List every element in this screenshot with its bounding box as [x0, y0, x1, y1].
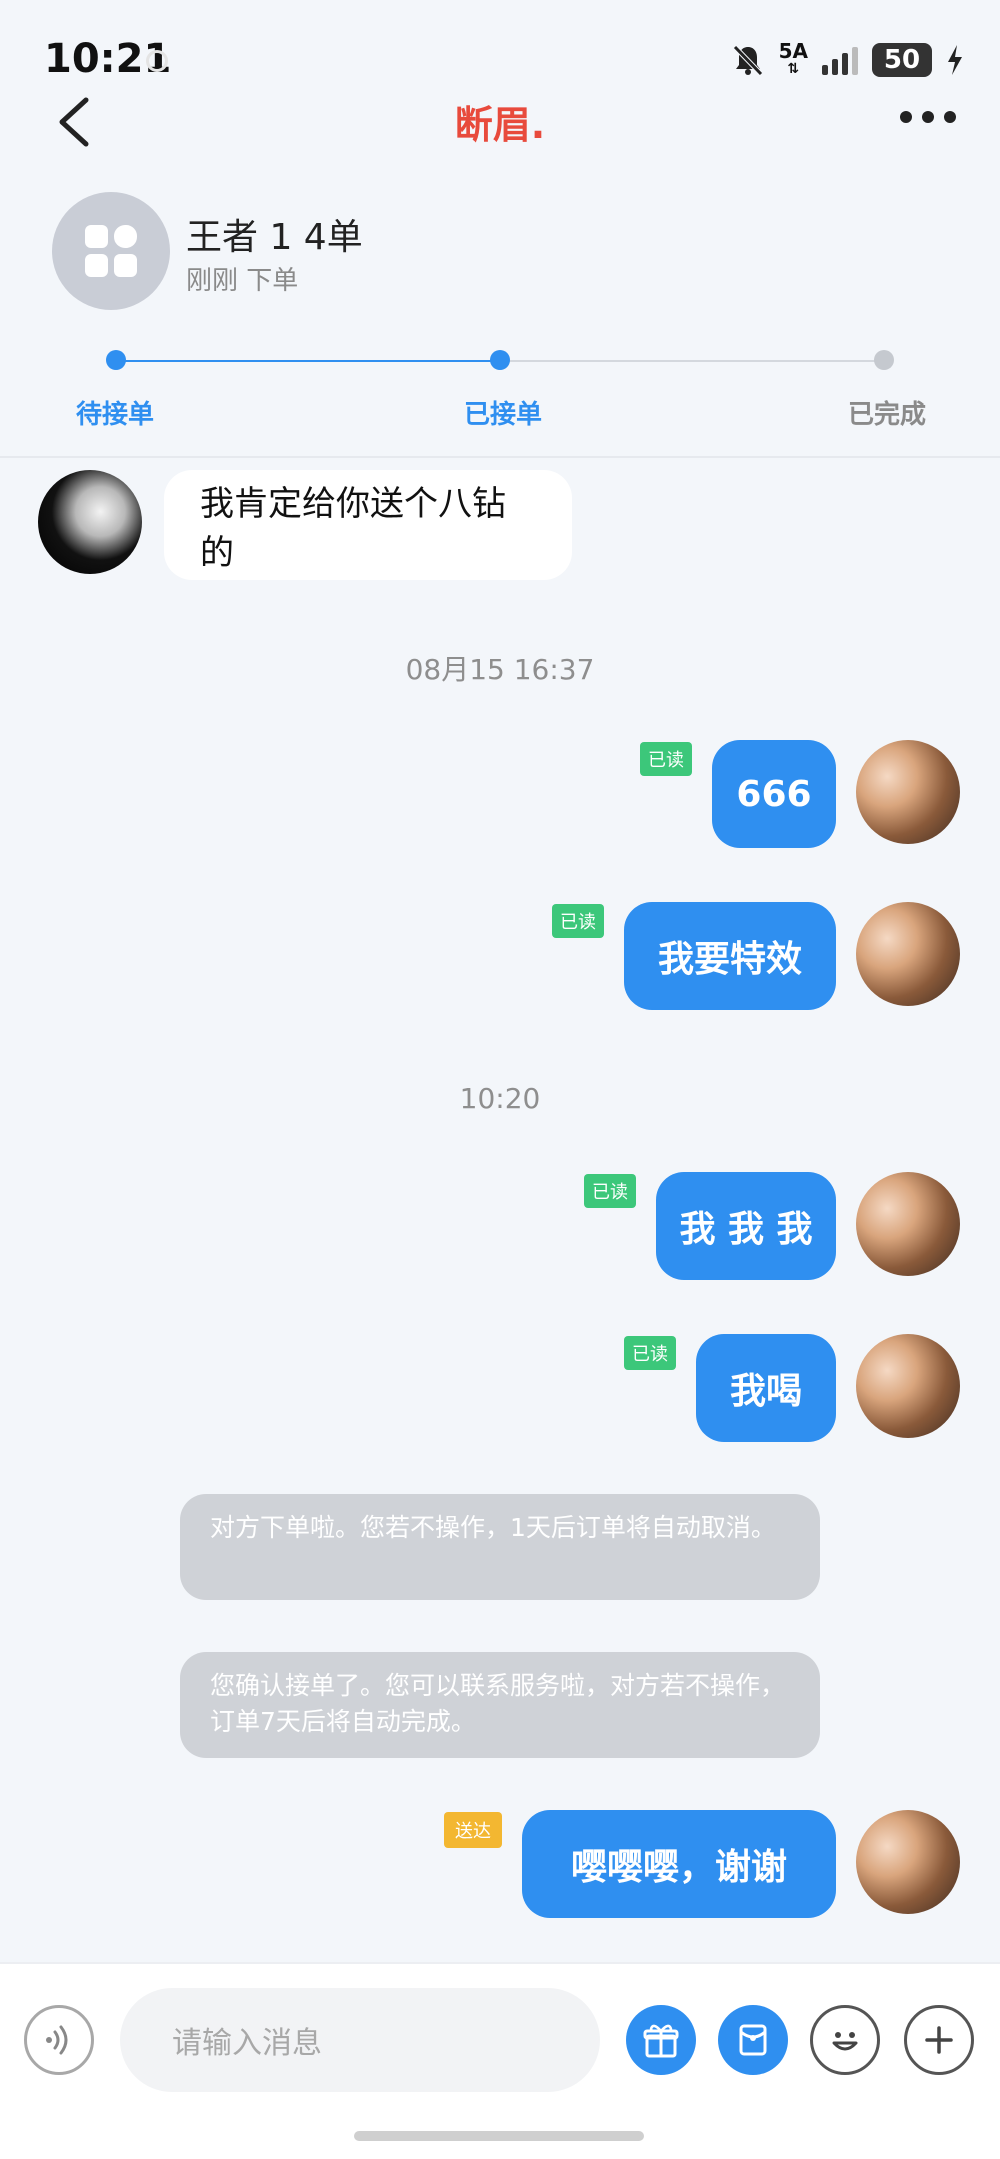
system-notice-order-placed: 对方下单啦。您若不操作，1天后订单将自动取消。 — [180, 1494, 820, 1600]
my-avatar[interactable] — [856, 1810, 960, 1914]
charging-icon — [948, 45, 962, 75]
message-bubble-incoming[interactable]: 我肯定给你送个八钻的 — [164, 470, 572, 580]
battery-level: 50 — [883, 45, 921, 75]
message-bubble-outgoing[interactable]: 我 我 我 — [656, 1172, 836, 1280]
message-bubble-outgoing[interactable]: 我要特效 — [624, 902, 836, 1010]
step-node-accepted — [490, 350, 510, 370]
read-badge: 已读 — [584, 1174, 636, 1208]
input-placeholder: 请输入消息 — [172, 2026, 322, 2061]
more-dot — [922, 111, 934, 123]
step-label-completed: 已完成 — [848, 400, 927, 430]
message-text: 666 — [736, 773, 812, 815]
read-badge: 已读 — [640, 742, 692, 776]
my-avatar[interactable] — [856, 1334, 960, 1438]
timestamp: 08月15 16:37 — [405, 653, 595, 686]
step-label-pending-accept: 待接单 — [76, 400, 155, 430]
my-avatar[interactable] — [856, 740, 960, 844]
gift-button[interactable] — [626, 2005, 696, 2075]
order-time: 刚刚 下单 — [186, 266, 299, 296]
message-text: 我 我 我 — [679, 1209, 813, 1250]
notification-dot-icon — [146, 50, 168, 72]
plus-icon — [925, 2026, 953, 2054]
more-button[interactable] — [900, 102, 956, 132]
message-bubble-outgoing[interactable]: 嘤嘤嘤，谢谢 — [522, 1810, 836, 1918]
plus-button[interactable] — [904, 2005, 974, 2075]
more-dot — [900, 111, 912, 123]
more-dot — [944, 111, 956, 123]
signal-icon — [822, 45, 858, 75]
message-bubble-outgoing[interactable]: 我喝 — [696, 1334, 836, 1442]
message-bubble-outgoing[interactable]: 666 — [712, 740, 836, 848]
message-input[interactable]: 请输入消息 — [120, 1988, 600, 2092]
my-avatar[interactable] — [856, 902, 960, 1006]
chat-title: 断眉. — [454, 103, 546, 147]
step-node-completed — [874, 350, 894, 370]
message-text: 我要特效 — [657, 939, 802, 980]
red-packet-button[interactable] — [718, 2005, 788, 2075]
order-avatar[interactable] — [52, 192, 170, 310]
delivered-badge: 送达 — [444, 1812, 502, 1848]
system-notice-order-accepted: 您确认接单了。您可以联系服务啦，对方若不操作，订单7天后将自动完成。 — [180, 1652, 820, 1758]
read-badge: 已读 — [552, 904, 604, 938]
message-text: 嘤嘤嘤，谢谢 — [570, 1847, 787, 1888]
step-node-pending-accept — [106, 350, 126, 370]
emoji-button[interactable] — [810, 2005, 880, 2075]
progress-line-done — [116, 360, 500, 362]
read-badge: 已读 — [624, 1336, 676, 1370]
red-packet-icon — [739, 2024, 767, 2056]
voice-button[interactable] — [24, 2005, 94, 2075]
message-text: 我肯定给你送个八钻的 — [200, 484, 506, 573]
status-icons: 5A ⇅ 50 — [731, 38, 964, 82]
home-indicator[interactable] — [354, 2131, 644, 2141]
gift-icon — [643, 2024, 679, 2058]
voice-icon — [46, 2025, 68, 2055]
progress-line-pending — [500, 360, 884, 362]
network-type: 5A — [778, 39, 808, 63]
header-divider — [0, 456, 1000, 458]
mute-bell-icon — [732, 45, 763, 76]
my-avatar[interactable] — [856, 1172, 960, 1276]
step-label-accepted: 已接单 — [464, 400, 543, 430]
contact-avatar[interactable] — [38, 470, 142, 574]
order-name[interactable]: 王者 1 4单 — [186, 208, 363, 260]
network-label: 5A ⇅ — [778, 39, 808, 78]
timestamp: 10:20 — [459, 1082, 541, 1115]
message-text: 我喝 — [729, 1371, 802, 1412]
emoji-icon — [832, 2032, 858, 2051]
battery-icon: 50 — [872, 43, 932, 77]
apps-icon — [85, 225, 137, 277]
